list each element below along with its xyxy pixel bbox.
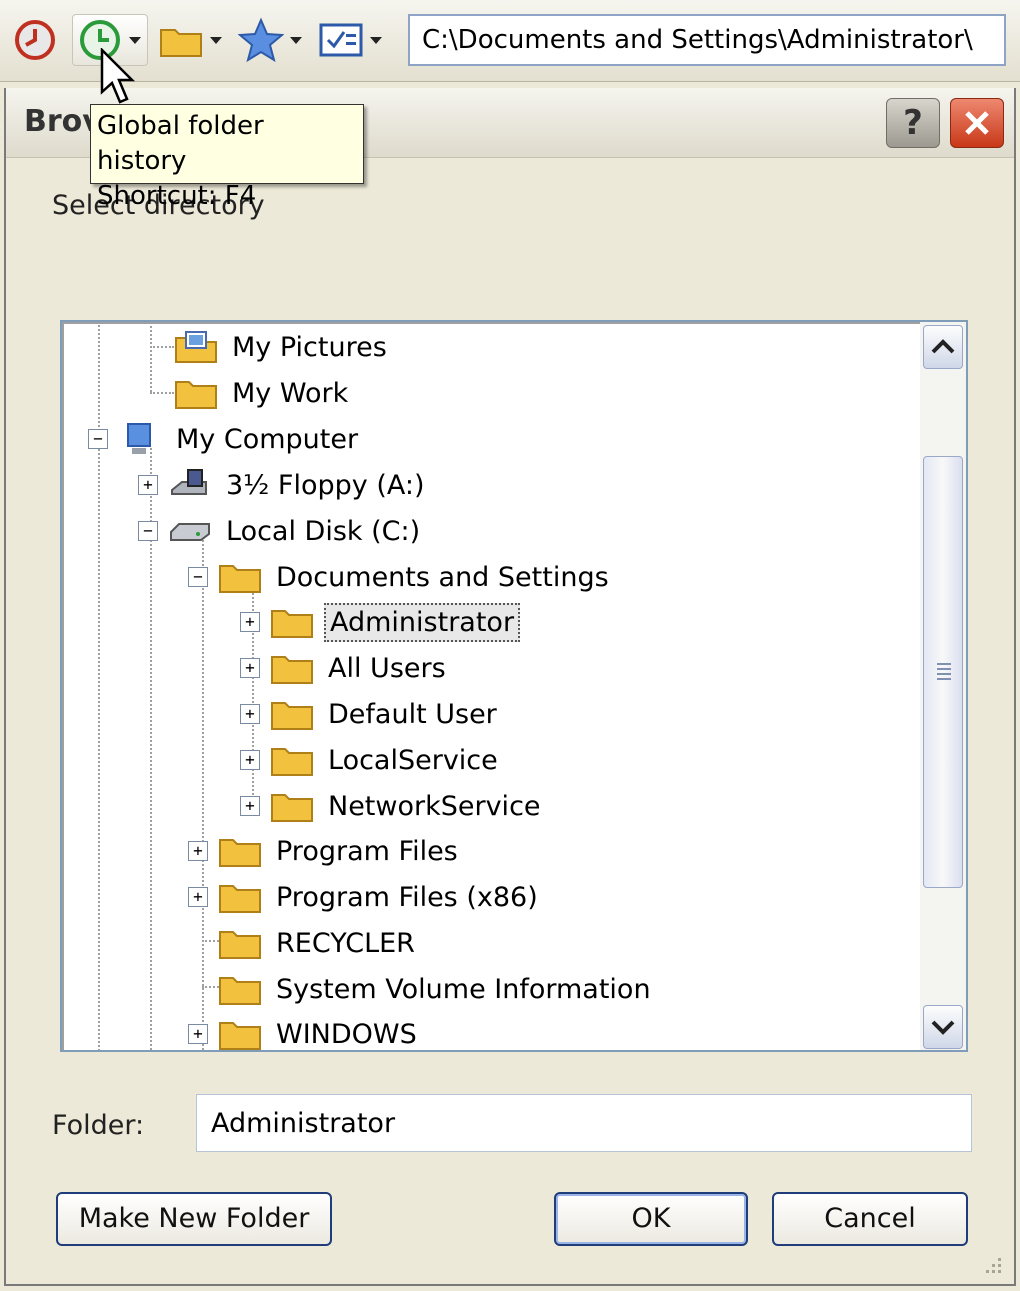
back-button[interactable]: [12, 14, 58, 66]
resize-grip-icon[interactable]: [980, 1252, 1004, 1276]
tree-line: [150, 392, 174, 394]
collapse-icon[interactable]: −: [138, 521, 158, 541]
address-field[interactable]: C:\Documents and Settings\Administrator\: [408, 14, 1006, 66]
tooltip-title: Global folder history: [97, 111, 264, 176]
tree-item-label: Administrator: [324, 602, 521, 642]
tree-item-label: System Volume Information: [276, 973, 651, 1005]
open-folder-icon: [219, 565, 261, 593]
ok-button[interactable]: OK: [554, 1192, 748, 1246]
browse-dialog: Brov ? Select directory My Pictures My W…: [4, 88, 1016, 1286]
collapse-icon[interactable]: −: [188, 567, 208, 587]
hard-disk-icon: [170, 523, 210, 541]
tree-item-label: All Users: [328, 652, 446, 684]
chevron-up-icon: [931, 339, 955, 354]
tree-item-networkservice[interactable]: + NetworkService: [240, 784, 545, 828]
folder-icon: [219, 977, 261, 1005]
favorites-button[interactable]: [238, 14, 302, 66]
expand-icon[interactable]: +: [188, 887, 208, 907]
expand-icon[interactable]: +: [240, 658, 260, 678]
mouse-cursor-icon: [100, 48, 136, 104]
folder-icon: [219, 931, 261, 959]
scroll-up-button[interactable]: [923, 325, 963, 369]
tree-item-label: My Computer: [176, 423, 359, 455]
tree-line: [150, 346, 174, 348]
tree-item-label: My Work: [232, 377, 349, 409]
folder-icon: [219, 839, 261, 867]
tooltip: Global folder history Shortcut: F4: [90, 104, 364, 211]
folder-icon: [271, 748, 313, 776]
tree-item-label: Default User: [328, 698, 497, 730]
folder-tree[interactable]: My Pictures My Work − My Computer + 3½ F…: [60, 320, 968, 1052]
chevron-down-icon: [931, 1020, 955, 1035]
cancel-button[interactable]: Cancel: [772, 1192, 968, 1246]
scroll-down-button[interactable]: [923, 1005, 963, 1049]
folder-icon: [219, 1022, 261, 1050]
tree-item-administrator[interactable]: + Administrator: [240, 600, 521, 644]
tree-item-system-volume-information[interactable]: System Volume Information: [188, 967, 655, 1011]
tree-item-label: Local Disk (C:): [226, 515, 421, 547]
star-icon: [238, 17, 284, 63]
tree-item-documents-and-settings[interactable]: − Documents and Settings: [188, 555, 613, 599]
expand-icon[interactable]: +: [188, 841, 208, 861]
make-new-folder-button[interactable]: Make New Folder: [56, 1192, 332, 1246]
folder-icon: [271, 794, 313, 822]
tree-item-label: Program Files: [276, 835, 458, 867]
tree-item-label: NetworkService: [328, 790, 541, 822]
folder-menu-button[interactable]: [158, 14, 222, 66]
tree-item-label: Documents and Settings: [276, 561, 609, 593]
tree-item-label: 3½ Floppy (A:): [226, 469, 425, 501]
computer-icon: [127, 423, 151, 454]
folder-icon: [271, 656, 313, 684]
folder-label: Folder:: [52, 1110, 145, 1141]
close-button[interactable]: [950, 98, 1004, 148]
expand-icon[interactable]: +: [240, 750, 260, 770]
dropdown-arrow-icon: [290, 36, 302, 44]
folder-icon: [219, 885, 261, 913]
folder-name-input[interactable]: [196, 1094, 972, 1152]
close-icon: [965, 111, 989, 135]
tree-item-my-work[interactable]: My Work: [174, 371, 352, 415]
expand-icon[interactable]: +: [188, 1024, 208, 1044]
grip-icon: [937, 663, 951, 683]
tree-item-windows[interactable]: + WINDOWS: [188, 1012, 421, 1050]
tooltip-shortcut: Shortcut: F4: [97, 181, 257, 211]
dropdown-arrow-icon: [210, 36, 222, 44]
pictures-folder-icon: [175, 331, 217, 363]
tree-item-label: LocalService: [328, 744, 498, 776]
tree-item-label: WINDOWS: [276, 1018, 417, 1050]
tree-line: [150, 322, 152, 392]
folder-icon: [160, 29, 202, 57]
expand-icon[interactable]: +: [240, 612, 260, 632]
tree-item-floppy[interactable]: + 3½ Floppy (A:): [138, 463, 428, 507]
tree-item-program-files[interactable]: + Program Files: [188, 829, 462, 873]
expand-icon[interactable]: +: [138, 475, 158, 495]
tree-item-label: My Pictures: [232, 331, 387, 363]
checkbox-list-icon: [319, 23, 363, 57]
tree-item-label: Program Files (x86): [276, 881, 538, 913]
tree-item-all-users[interactable]: + All Users: [240, 646, 450, 690]
top-toolbar: C:\Documents and Settings\Administrator\: [0, 0, 1020, 82]
open-folder-icon: [271, 610, 313, 638]
collapse-icon[interactable]: −: [88, 429, 108, 449]
tree-item-local-disk-c[interactable]: − Local Disk (C:): [138, 509, 424, 553]
history-back-icon: [15, 20, 55, 60]
expand-icon[interactable]: +: [240, 704, 260, 724]
help-button[interactable]: ?: [886, 98, 940, 148]
tree-item-my-computer[interactable]: − My Computer: [88, 417, 362, 461]
folder-icon: [175, 381, 217, 409]
dropdown-arrow-icon: [370, 36, 382, 44]
tree-item-recycler[interactable]: RECYCLER: [188, 921, 419, 965]
tree-scrollbar[interactable]: [920, 322, 966, 1050]
tree-item-program-files-x86[interactable]: + Program Files (x86): [188, 875, 542, 919]
tree-item-my-pictures[interactable]: My Pictures: [174, 325, 391, 369]
folder-icon: [271, 702, 313, 730]
tree-item-default-user[interactable]: + Default User: [240, 692, 501, 736]
scroll-thumb[interactable]: [923, 456, 963, 888]
floppy-drive-icon: [171, 469, 207, 495]
tree-item-label: RECYCLER: [276, 927, 415, 959]
dropdown-arrow-icon: [129, 36, 141, 44]
tree-item-localservice[interactable]: + LocalService: [240, 738, 502, 782]
options-button[interactable]: [318, 14, 382, 66]
expand-icon[interactable]: +: [240, 796, 260, 816]
